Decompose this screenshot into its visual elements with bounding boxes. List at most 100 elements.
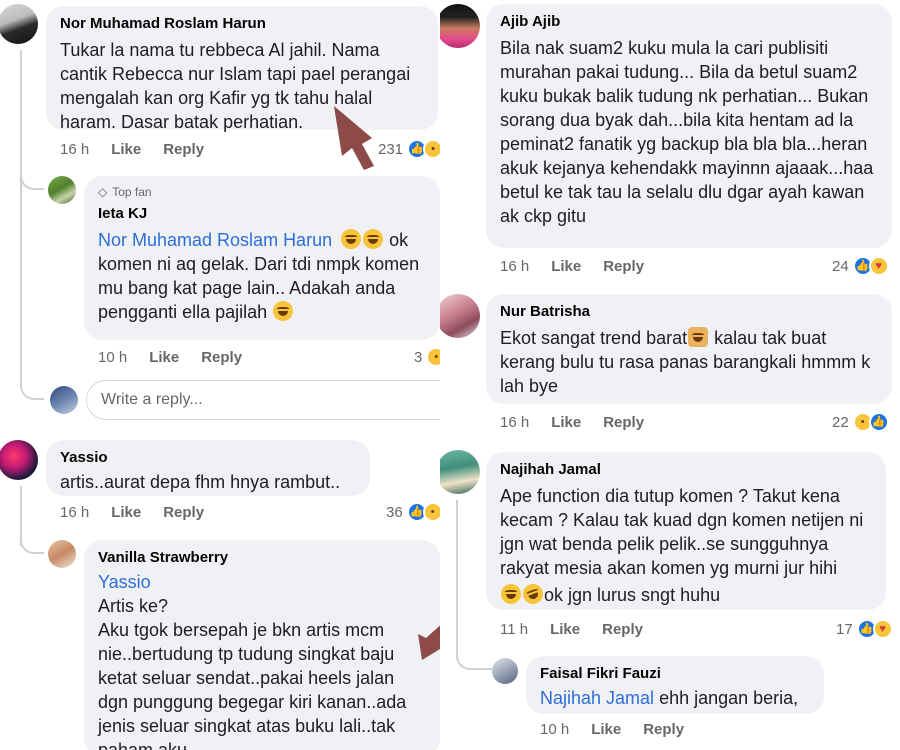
comment-timestamp[interactable]: 16 h	[500, 414, 529, 431]
comment-body: Ape function dia tutup komen ? Takut ken…	[500, 486, 864, 578]
care-reaction-icon: ♥	[868, 256, 889, 276]
comment-text: Najihah Jamal ehh jangan beria,	[540, 686, 810, 710]
comment-actions: 16 h Like Reply	[500, 255, 666, 277]
mention-link[interactable]: Najihah Jamal	[540, 688, 654, 708]
comment-actions: 16 h Like Reply	[60, 138, 226, 160]
reaction-count: 24	[832, 257, 849, 275]
reply-button[interactable]: Reply	[603, 258, 644, 275]
reaction-summary[interactable]: 24 👍 ♥	[832, 255, 889, 277]
like-button[interactable]: Like	[111, 141, 141, 158]
comment-text: artis..aurat depa fhm hnya rambut..	[60, 472, 341, 492]
like-button[interactable]: Like	[149, 349, 179, 366]
mention-link[interactable]: Nor Muhamad Roslam Harun	[98, 230, 332, 250]
care-reaction-icon: ♥	[872, 619, 893, 639]
laughing-emoji-icon	[341, 229, 362, 249]
reply-button[interactable]: Reply	[643, 721, 684, 738]
thread-line	[20, 50, 22, 380]
person-emoji-icon	[688, 327, 709, 347]
avatar[interactable]	[0, 4, 38, 44]
arrow-annotation	[334, 106, 374, 170]
reply-bubble: Faisal Fikri Fauzi Najihah Jamal ehh jan…	[526, 656, 824, 714]
comment-body: ok jgn lurus sngt huhu	[544, 585, 721, 605]
arrow-annotation	[418, 625, 440, 660]
mention-link[interactable]: Yassio	[98, 570, 426, 594]
commenter-name[interactable]: Faisal Fikri Fauzi	[540, 664, 810, 684]
avatar[interactable]	[440, 450, 480, 494]
commenter-name[interactable]: Najihah Jamal	[500, 460, 872, 480]
commenter-name[interactable]: Nur Batrisha	[500, 302, 878, 322]
top-fan-badge: ◇ Top fan	[98, 184, 426, 200]
comment-timestamp[interactable]: 10 h	[98, 349, 127, 366]
comment-bubble: Najihah Jamal Ape function dia tutup kom…	[486, 452, 886, 610]
left-comments-column: Nor Muhamad Roslam Harun Tukar la nama t…	[0, 0, 440, 750]
reaction-count: 3	[414, 348, 423, 366]
comment-timestamp[interactable]: 10 h	[540, 721, 569, 738]
comment-timestamp[interactable]: 11 h	[500, 621, 528, 638]
reaction-summary[interactable]: 17 👍 ♥	[836, 618, 893, 640]
like-button[interactable]: Like	[550, 621, 580, 638]
reaction-count: 36	[386, 503, 403, 521]
comment-bubble: Yassio artis..aurat depa fhm hnya rambut…	[46, 440, 370, 496]
thread-connector	[20, 360, 44, 400]
reply-button[interactable]: Reply	[163, 141, 204, 158]
comment-timestamp[interactable]: 16 h	[500, 258, 529, 275]
reply-bubble: Vanilla Strawberry Yassio Artis ke? Aku …	[84, 540, 440, 750]
thread-connector	[20, 160, 44, 190]
avatar[interactable]	[440, 4, 480, 48]
haha-reaction-icon: •	[422, 502, 440, 522]
avatar[interactable]	[492, 658, 518, 684]
comment-actions: 16 h Like Reply	[60, 501, 226, 523]
thread-line	[456, 500, 458, 650]
diamond-icon: ◇	[98, 185, 108, 199]
comment-bubble: Nur Batrisha Ekot sangat trend barat kal…	[486, 294, 892, 404]
comment-text: Nor Muhamad Roslam Harun ok komen ni aq …	[98, 228, 426, 324]
comment-bubble: Ajib Ajib Bila nak suam2 kuku mula la ca…	[486, 4, 892, 248]
commenter-name[interactable]: Yassio	[60, 448, 356, 468]
avatar[interactable]	[48, 540, 76, 568]
reaction-summary[interactable]: 231 👍 •	[378, 138, 440, 160]
comment-actions: 10 h Like Reply	[98, 346, 264, 368]
commenter-name[interactable]: Vanilla Strawberry	[98, 548, 426, 568]
comment-text: Ekot sangat trend barat kalau tak buat k…	[500, 326, 878, 398]
comment-body: Artis ke? Aku tgok bersepah je bkn artis…	[98, 596, 407, 750]
like-reaction-icon: 👍	[868, 412, 889, 432]
laughing-emoji-icon	[273, 301, 294, 321]
badge-label: Top fan	[112, 185, 152, 199]
like-button[interactable]: Like	[551, 414, 581, 431]
avatar[interactable]	[440, 294, 480, 338]
comment-actions: 16 h Like Reply	[500, 411, 666, 433]
avatar[interactable]	[0, 440, 38, 480]
commenter-name[interactable]: Ieta KJ	[98, 204, 426, 224]
comment-timestamp[interactable]: 16 h	[60, 141, 89, 158]
comment-actions: 11 h Like Reply	[500, 618, 665, 640]
reply-button[interactable]: Reply	[602, 621, 643, 638]
reply-button[interactable]: Reply	[201, 349, 242, 366]
reply-button[interactable]: Reply	[603, 414, 644, 431]
commenter-name[interactable]: Ajib Ajib	[500, 12, 878, 32]
write-reply-input[interactable]: Write a reply...	[86, 380, 440, 420]
reaction-count: 231	[378, 140, 404, 158]
like-button[interactable]: Like	[551, 258, 581, 275]
haha-reaction-icon: •	[423, 139, 440, 159]
reply-button[interactable]: Reply	[163, 504, 204, 521]
comment-text: Ape function dia tutup komen ? Takut ken…	[500, 484, 872, 607]
like-button[interactable]: Like	[111, 504, 141, 521]
comment-text: Yassio Artis ke? Aku tgok bersepah je bk…	[98, 570, 426, 750]
comment-bubble: Nor Muhamad Roslam Harun Tukar la nama t…	[46, 6, 438, 132]
thread-connector	[20, 520, 44, 554]
laughing-emoji-icon	[501, 584, 521, 604]
reaction-summary[interactable]: 3 •	[414, 346, 440, 368]
comment-text: Bila nak suam2 kuku mula la cari publisi…	[500, 38, 874, 226]
reaction-summary[interactable]: 22 • 👍	[832, 411, 889, 433]
commenter-name[interactable]: Nor Muhamad Roslam Harun	[60, 14, 424, 34]
comment-actions: 10 h Like Reply	[540, 718, 706, 740]
comment-body: Ekot sangat trend barat	[500, 328, 688, 348]
reaction-count: 22	[832, 413, 849, 431]
reaction-count: 17	[836, 620, 853, 638]
like-button[interactable]: Like	[591, 721, 621, 738]
right-comments-column: Ajib Ajib Bila nak suam2 kuku mula la ca…	[440, 0, 900, 750]
comment-timestamp[interactable]: 16 h	[60, 504, 89, 521]
avatar[interactable]	[48, 176, 76, 204]
comment-body: ehh jangan beria,	[654, 688, 799, 708]
reaction-summary[interactable]: 36 👍 •	[386, 501, 440, 523]
